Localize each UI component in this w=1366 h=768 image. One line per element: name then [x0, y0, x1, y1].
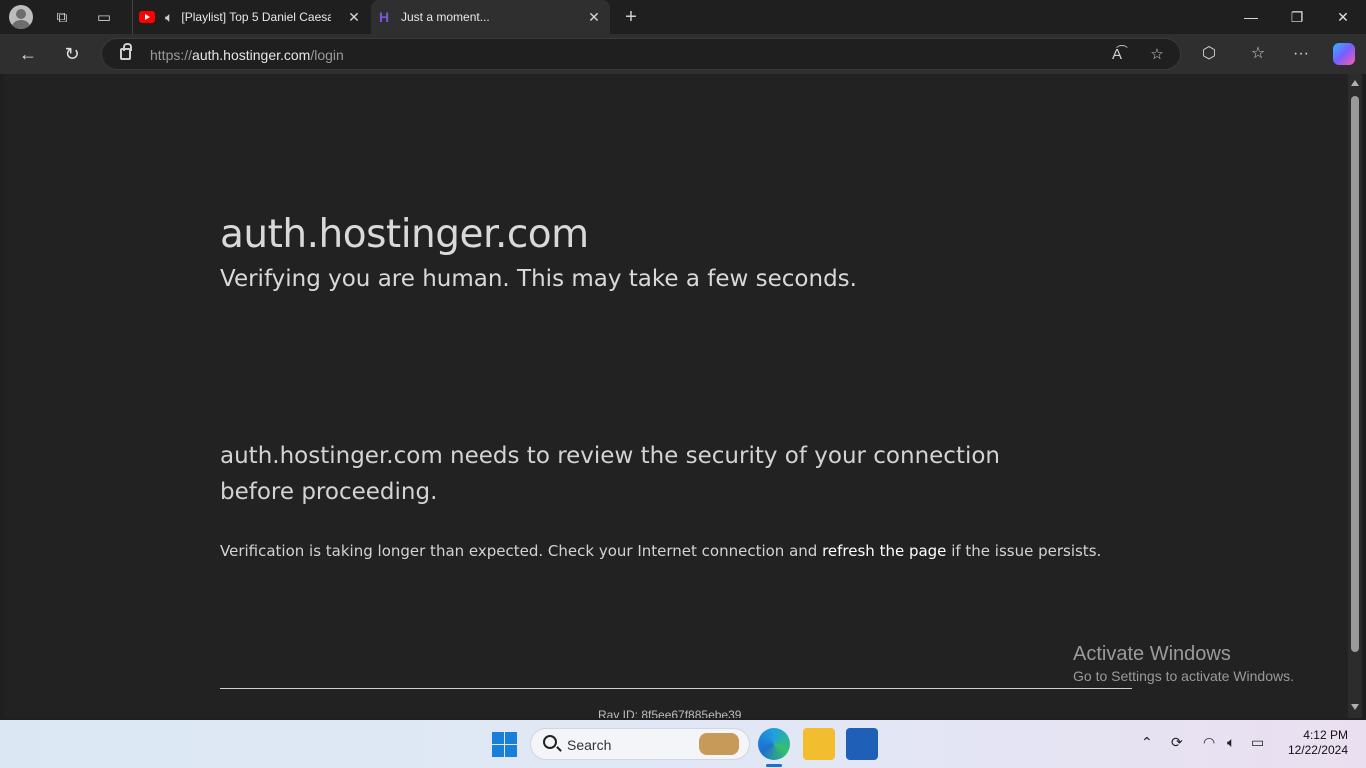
favorites-icon[interactable]: ☆ — [1246, 42, 1270, 66]
tab-close-icon[interactable]: ✕ — [346, 9, 362, 25]
profile-avatar-icon[interactable] — [9, 5, 33, 29]
lock-icon[interactable] — [120, 43, 132, 60]
taskbar: Search ⌃ ⟳ ◠ 🔈︎ ▭ 4:12 PM 12/22/2024 — [0, 720, 1366, 768]
security-description: auth.hostinger.com needs to review the s… — [220, 443, 1001, 505]
sync-notification-icon[interactable]: ⟳ — [1171, 734, 1183, 751]
extensions-icon[interactable]: ⬡ — [1197, 42, 1221, 66]
minimize-icon[interactable]: — — [1228, 0, 1274, 34]
show-hidden-icons-chevron-icon[interactable]: ⌃ — [1141, 734, 1153, 751]
browser-toolbar: ← ↻ https://auth.hostinger.com/login A͡ … — [0, 34, 1366, 74]
search-icon — [543, 735, 557, 749]
windows-start-icon[interactable] — [492, 732, 518, 758]
activate-windows-watermark: Activate Windows Go to Settings to activ… — [1073, 643, 1294, 684]
page-subtitle: Verifying you are human. This may take a… — [220, 266, 857, 292]
tab-close-icon[interactable]: ✕ — [586, 9, 602, 25]
page-content: auth.hostinger.com Verifying you are hum… — [4, 74, 1348, 718]
refresh-icon[interactable]: ↻ — [58, 40, 86, 68]
address-bar[interactable]: https://auth.hostinger.com/login A͡ ☆ — [101, 38, 1181, 70]
taskbar-search[interactable]: Search — [530, 728, 750, 760]
search-highlight-bread-icon — [699, 733, 739, 755]
page-title: auth.hostinger.com — [220, 212, 589, 257]
tab-youtube-playlist[interactable]: 🔈︎ [Playlist] Top 5 Daniel Caesar ✕ — [132, 0, 370, 34]
url-text[interactable]: https://auth.hostinger.com/login — [150, 47, 344, 63]
tab-title: [Playlist] Top 5 Daniel Caesar — [181, 10, 332, 24]
microsoft-store-icon[interactable] — [846, 728, 878, 760]
system-clock[interactable]: 4:12 PM 12/22/2024 — [1284, 728, 1348, 758]
youtube-icon — [139, 11, 155, 23]
read-aloud-icon[interactable]: A͡ — [1106, 44, 1128, 66]
restore-icon[interactable]: ❐ — [1274, 0, 1320, 34]
favorite-star-icon[interactable]: ☆ — [1146, 44, 1168, 66]
vertical-scrollbar[interactable] — [1348, 74, 1362, 718]
refresh-page-link[interactable]: refresh the page — [822, 542, 946, 560]
audio-playing-icon[interactable]: 🔈︎ — [165, 9, 173, 26]
edge-browser-icon[interactable] — [758, 728, 790, 760]
tab-title: Just a moment... — [401, 10, 490, 24]
close-window-icon[interactable]: ✕ — [1320, 0, 1366, 34]
file-explorer-icon[interactable] — [803, 728, 835, 760]
tab-actions-icon[interactable]: ▭ — [90, 3, 118, 31]
back-arrow-icon[interactable]: ← — [14, 40, 42, 68]
scroll-thumb[interactable] — [1351, 96, 1359, 652]
battery-icon[interactable]: ▭ — [1251, 734, 1264, 751]
volume-icon[interactable]: 🔈︎ — [1227, 734, 1235, 751]
ray-id: Ray ID: 8f5ee67f885ebe39 — [598, 708, 742, 718]
copilot-icon[interactable] — [1333, 43, 1355, 65]
verification-note: Verification is taking longer than expec… — [220, 542, 1102, 560]
wifi-icon[interactable]: ◠ — [1203, 734, 1215, 751]
scroll-up-icon[interactable] — [1351, 80, 1359, 86]
new-tab-plus-icon[interactable]: + — [617, 3, 645, 31]
tab-bar: ⧉ ▭ 🔈︎ [Playlist] Top 5 Daniel Caesar ✕ … — [0, 0, 1366, 34]
more-options-icon[interactable]: ··· — [1289, 42, 1313, 66]
active-app-indicator — [766, 764, 782, 767]
hostinger-favicon-icon: H — [379, 9, 390, 25]
scroll-down-icon[interactable] — [1351, 704, 1359, 710]
workspaces-icon[interactable]: ⧉ — [48, 3, 76, 31]
tab-just-a-moment[interactable]: H Just a moment... ✕ — [371, 0, 610, 34]
divider — [220, 688, 1132, 689]
